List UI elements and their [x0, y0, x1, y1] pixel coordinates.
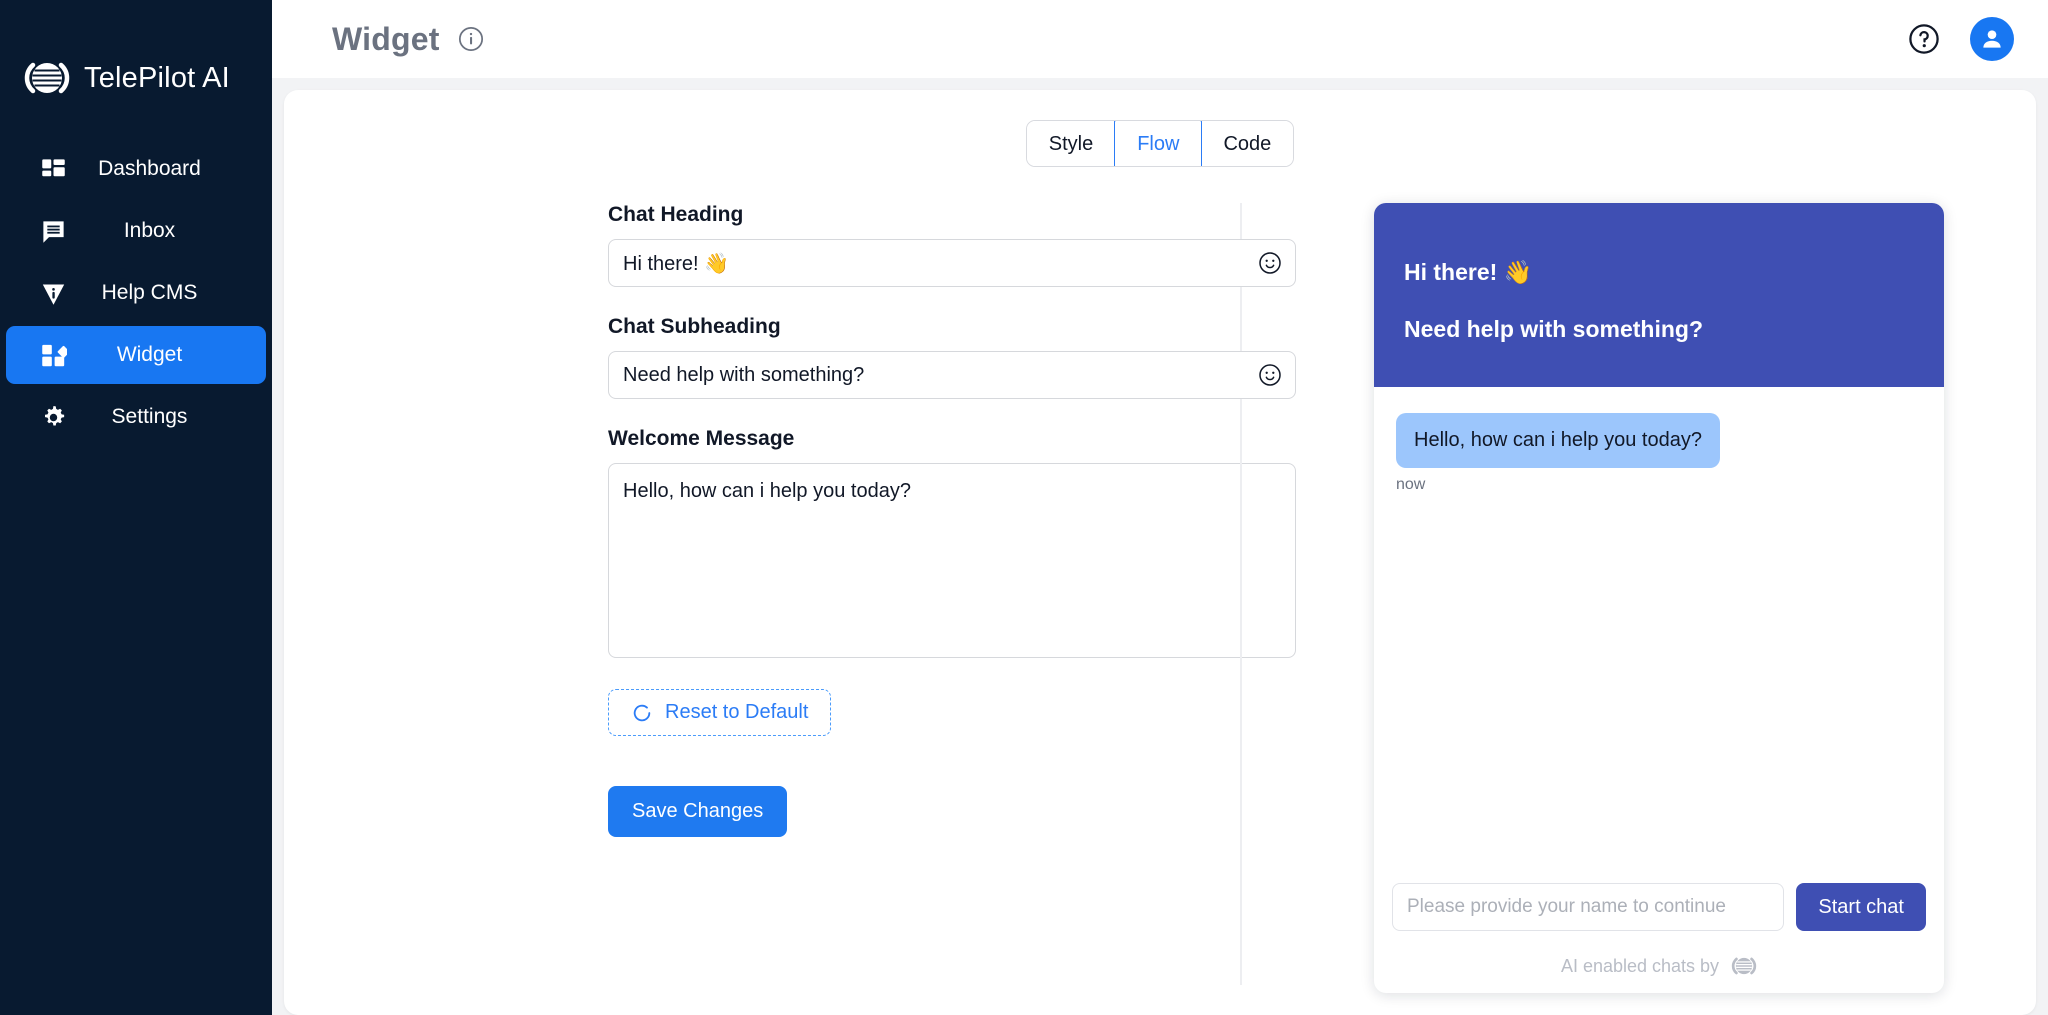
chat-widget-preview: Hi there! 👋 Need help with something? He… [1374, 203, 1944, 993]
chat-preview-subheading: Need help with something? [1404, 316, 1914, 343]
refresh-icon [631, 702, 653, 724]
globe-logo-icon [1731, 953, 1757, 979]
reset-to-default-button[interactable]: Reset to Default [608, 689, 831, 736]
content-columns: Chat Heading [284, 203, 2036, 985]
widget-preview: Hi there! 👋 Need help with something? He… [1242, 203, 2036, 985]
sidebar-item-label: Dashboard [67, 157, 266, 181]
main-area: Widget [272, 0, 2048, 1015]
tab-group: Style Flow Code [1026, 120, 1295, 167]
sidebar-item-label: Help CMS [67, 281, 266, 305]
smiley-face-icon[interactable] [1258, 363, 1282, 387]
start-chat-button[interactable]: Start chat [1796, 883, 1926, 931]
smiley-face-icon[interactable] [1258, 251, 1282, 275]
chat-input-row: Start chat [1392, 883, 1926, 931]
sidebar-item-label: Settings [67, 405, 266, 429]
chat-bubble-welcome: Hello, how can i help you today? [1396, 413, 1720, 468]
help-circle-icon[interactable] [1908, 23, 1940, 55]
page-title: Widget [332, 21, 440, 58]
brand-name: TelePilot AI [84, 62, 230, 95]
brand: TelePilot AI [0, 0, 272, 110]
sidebar: TelePilot AI Dashboard [0, 0, 272, 1015]
app-root: TelePilot AI Dashboard [0, 0, 2048, 1015]
tab-code[interactable]: Code [1200, 120, 1293, 167]
sidebar-item-help-cms[interactable]: Help CMS [6, 264, 266, 322]
chat-subheading-row [608, 351, 1296, 399]
tabs-wrap: Style Flow Code [284, 120, 2036, 167]
info-shield-icon [40, 280, 67, 307]
chat-heading-label: Chat Heading [608, 203, 1240, 227]
widget-settings-card: Style Flow Code Chat Heading [284, 90, 2036, 1015]
chat-name-input[interactable] [1392, 883, 1784, 931]
chat-heading-row [608, 239, 1296, 287]
user-avatar-icon[interactable] [1970, 17, 2014, 61]
globe-logo-icon [23, 54, 71, 102]
chat-preview-header: Hi there! 👋 Need help with something? [1374, 203, 1944, 387]
welcome-message-label: Welcome Message [608, 427, 1240, 451]
chat-subheading-label: Chat Subheading [608, 315, 1240, 339]
sidebar-item-label: Widget [67, 343, 266, 367]
tab-style[interactable]: Style [1027, 120, 1116, 167]
tab-flow[interactable]: Flow [1114, 120, 1202, 167]
chat-heading-input[interactable] [608, 239, 1296, 287]
chat-bubble-timestamp: now [1396, 476, 1922, 494]
sidebar-item-widget[interactable]: Widget [6, 326, 266, 384]
workarea: Style Flow Code Chat Heading [272, 78, 2048, 1015]
topbar: Widget [272, 0, 2048, 78]
chat-preview-body: Hello, how can i help you today? now [1374, 387, 1944, 883]
dashboard-grid-icon [40, 156, 67, 183]
chat-credit-label: AI enabled chats by [1561, 956, 1719, 977]
save-changes-button[interactable]: Save Changes [608, 786, 787, 837]
chat-preview-heading: Hi there! 👋 [1404, 259, 1914, 286]
info-circle-icon[interactable] [458, 26, 484, 52]
sidebar-item-dashboard[interactable]: Dashboard [6, 140, 266, 198]
reset-to-default-label: Reset to Default [665, 701, 808, 724]
widget-form: Chat Heading [284, 203, 1240, 985]
sidebar-nav: Dashboard Inbox [0, 140, 272, 446]
sidebar-item-inbox[interactable]: Inbox [6, 202, 266, 260]
chat-credit: AI enabled chats by [1392, 953, 1926, 979]
welcome-message-textarea[interactable] [608, 463, 1296, 658]
sidebar-item-label: Inbox [67, 219, 266, 243]
widget-grid-diamond-icon [40, 342, 67, 369]
gear-icon [40, 404, 67, 431]
chat-subheading-input[interactable] [608, 351, 1296, 399]
chat-message-icon [40, 218, 67, 245]
chat-preview-footer: Start chat AI enabled chats by [1374, 883, 1944, 993]
sidebar-item-settings[interactable]: Settings [6, 388, 266, 446]
